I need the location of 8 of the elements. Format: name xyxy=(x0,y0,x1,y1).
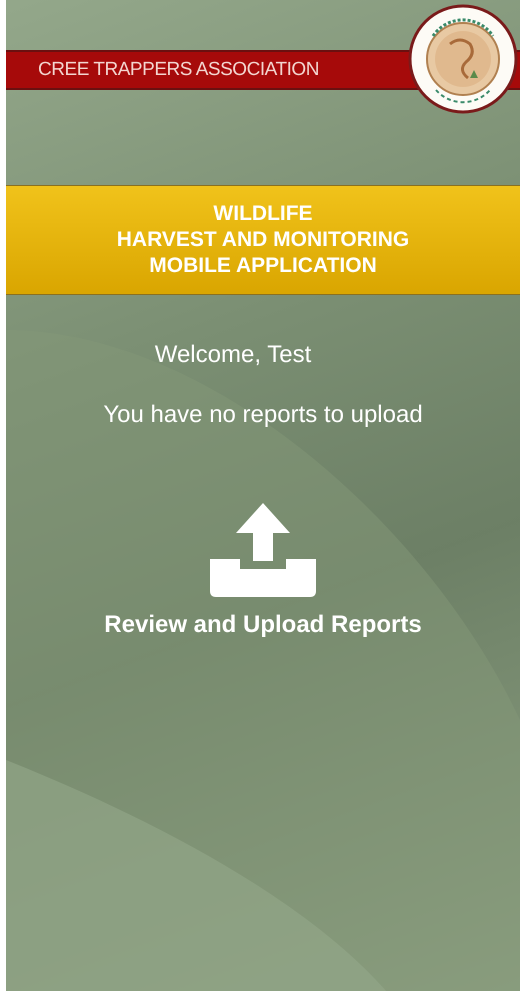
upload-button[interactable]: Review and Upload Reports xyxy=(104,503,422,643)
organization-name: CREE TRAPPERS ASSOCIATION xyxy=(38,58,319,82)
status-text: You have no reports to upload xyxy=(103,400,423,430)
banner-title-line: MOBILE APPLICATION xyxy=(149,253,377,279)
banner-title-line: WILDLIFE xyxy=(213,201,313,227)
welcome-text: Welcome, Test xyxy=(154,340,312,370)
upload-icon xyxy=(210,503,316,597)
banner-title-line: HARVEST AND MONITORING xyxy=(116,227,410,253)
